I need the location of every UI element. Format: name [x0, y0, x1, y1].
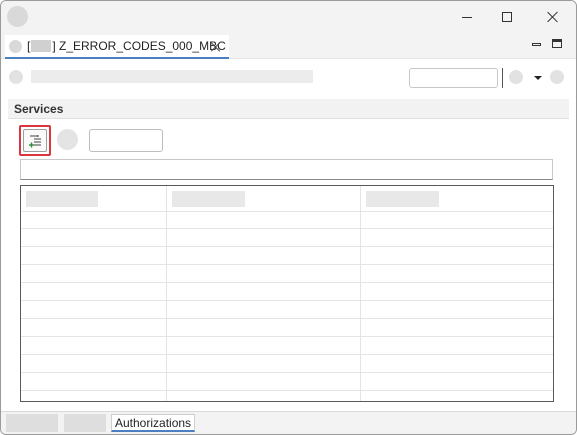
- table-row-divider: [21, 246, 553, 247]
- table-row-divider: [21, 390, 553, 391]
- application-window: [ ] Z_ERROR_CODES_000_MBC Services Author…: [0, 0, 577, 435]
- redacted-text: [31, 40, 52, 52]
- editor-tab-label: [ ] Z_ERROR_CODES_000_MBC: [27, 39, 226, 53]
- maximize-icon: [502, 12, 512, 22]
- table-row-divider: [21, 318, 553, 319]
- table-row-divider: [21, 300, 553, 301]
- chevron-down-icon[interactable]: [534, 76, 542, 80]
- editor-tab-icon: [9, 40, 22, 53]
- table-row-divider: [21, 264, 553, 265]
- table-row-divider: [21, 211, 553, 212]
- tab-close-icon[interactable]: [211, 42, 221, 52]
- column-divider: [360, 186, 361, 401]
- filter-icon[interactable]: [57, 129, 78, 150]
- search-input[interactable]: [20, 159, 553, 180]
- editor-toolbar: [1, 60, 576, 94]
- table-row-divider: [21, 228, 553, 229]
- bottom-tab-label: Authorizations: [115, 416, 192, 430]
- column-header-2[interactable]: [172, 191, 245, 207]
- toolbar-help-icon[interactable]: [550, 70, 564, 84]
- title-bar: [1, 1, 576, 33]
- add-service-button-face: [23, 129, 47, 152]
- close-icon: [547, 11, 559, 23]
- editor-tab-bar: [ ] Z_ERROR_CODES_000_MBC: [1, 33, 576, 59]
- editor-tab-prefix: [: [27, 39, 31, 53]
- toolbar-separator: [502, 68, 503, 88]
- view-minimize-icon[interactable]: [532, 43, 541, 46]
- filter-input[interactable]: [89, 129, 163, 152]
- table-row-divider: [21, 354, 553, 355]
- minimize-icon: [462, 16, 472, 18]
- services-table: [20, 185, 554, 402]
- maximize-button[interactable]: [495, 5, 519, 29]
- column-divider: [166, 186, 167, 401]
- table-row-divider: [21, 336, 553, 337]
- table-row-divider: [21, 282, 553, 283]
- bottom-tab-second[interactable]: [64, 414, 106, 432]
- editor-tab-name: ] Z_ERROR_CODES_000_MBC: [52, 39, 226, 53]
- bottom-tab-overview[interactable]: [6, 414, 58, 432]
- add-service-button[interactable]: [19, 125, 51, 156]
- editor-object-icon: [9, 70, 23, 84]
- bottom-tab-authorizations[interactable]: Authorizations: [111, 414, 195, 432]
- add-list-item-icon: [29, 135, 41, 148]
- minimize-button[interactable]: [455, 5, 479, 29]
- services-section-header[interactable]: Services: [8, 99, 569, 119]
- editor-title-placeholder: [31, 70, 313, 83]
- section-title: Services: [14, 102, 64, 116]
- app-icon: [7, 6, 28, 27]
- close-button[interactable]: [541, 5, 565, 29]
- column-header-1[interactable]: [26, 191, 98, 207]
- toolbar-input[interactable]: [409, 68, 498, 88]
- bottom-tab-bar: Authorizations: [1, 411, 576, 434]
- view-maximize-icon[interactable]: [552, 39, 562, 48]
- toolbar-action-icon[interactable]: [509, 70, 523, 84]
- column-header-3[interactable]: [366, 191, 439, 207]
- table-row-divider: [21, 372, 553, 373]
- editor-tab[interactable]: [ ] Z_ERROR_CODES_000_MBC: [5, 35, 229, 59]
